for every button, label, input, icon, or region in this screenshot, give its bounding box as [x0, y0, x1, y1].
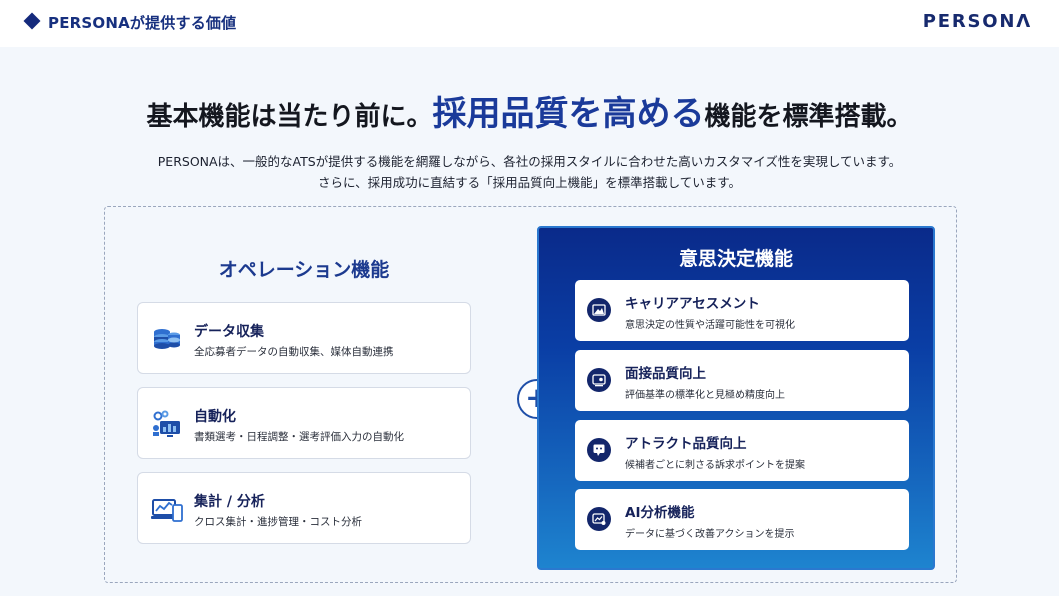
interview-icon: [587, 368, 611, 392]
decision-card-title: アトラクト品質向上: [625, 436, 747, 452]
decision-card-title: 面接品質向上: [625, 366, 706, 382]
decision-card-interview-quality: 面接品質向上 評価基準の標準化と見極め精度向上: [575, 350, 909, 411]
decision-card-title: キャリアアセスメント: [625, 296, 760, 312]
decision-card-desc: 評価基準の標準化と見極め精度向上: [625, 390, 785, 401]
section-title: PERSONAが提供する価値: [48, 14, 237, 32]
decision-card-title: AI分析機能: [625, 505, 695, 521]
automation-icon: [153, 410, 180, 437]
analytics-icon: [151, 499, 183, 522]
operation-card-title: 自動化: [194, 409, 236, 425]
decision-card-desc: データに基づく改善アクションを提示: [625, 529, 795, 540]
operation-card-data-collection: データ収集 全応募者データの自動収集、媒体自動連携: [137, 302, 471, 374]
operation-card-title: データ収集: [194, 324, 264, 340]
operation-card-analytics: 集計 / 分析 クロス集計・進捗管理・コスト分析: [137, 472, 471, 544]
ai-icon: [587, 507, 611, 531]
decision-card-desc: 意思決定の性質や活躍可能性を可視化: [625, 320, 795, 331]
headline: 基本機能は当たり前に。採用品質を高める機能を標準搭載。: [0, 86, 1059, 135]
decision-card-ai-analysis: AI分析機能 データに基づく改善アクションを提示: [575, 489, 909, 550]
headline-part1: 基本機能は当たり前に。: [146, 102, 433, 132]
operation-card-desc: 全応募者データの自動収集、媒体自動連携: [194, 346, 394, 358]
subtitle-line-1: PERSONAは、一般的なATSが提供する機能を網羅しながら、各社の採用スタイル…: [157, 154, 902, 169]
operation-card-title: 集計 / 分析: [194, 494, 265, 510]
operation-card-desc: クロス集計・進捗管理・コスト分析: [194, 516, 362, 528]
operation-title: オペレーション機能: [218, 259, 390, 281]
headline-part2: 機能を標準搭載。: [704, 102, 913, 132]
decision-card-career-assessment: キャリアアセスメント 意思決定の性質や活躍可能性を可視化: [575, 280, 909, 341]
chat-icon: [587, 438, 611, 462]
headline-accent: 採用品質を高める: [432, 94, 705, 134]
operation-card-desc: 書類選考・日程調整・選考評価入力の自動化: [194, 431, 404, 443]
decision-title: 意思決定機能: [678, 248, 793, 270]
subtitle-line-2: さらに、採用成功に直結する「採用品質向上機能」を標準搭載しています。: [317, 175, 741, 190]
decision-card-desc: 候補者ごとに刺さる訴求ポイントを提案: [625, 460, 805, 471]
top-bar: PERSONAが提供する価値 PERSONΛ: [0, 0, 1059, 47]
diamond-icon: [23, 12, 41, 30]
operation-card-automation: 自動化 書類選考・日程調整・選考評価入力の自動化: [137, 387, 471, 459]
database-icon: [154, 329, 180, 349]
mountain-icon: [587, 298, 611, 322]
persona-logo: PERSONΛ: [922, 11, 1032, 32]
decision-card-attract-quality: アトラクト品質向上 候補者ごとに刺さる訴求ポイントを提案: [575, 420, 909, 481]
